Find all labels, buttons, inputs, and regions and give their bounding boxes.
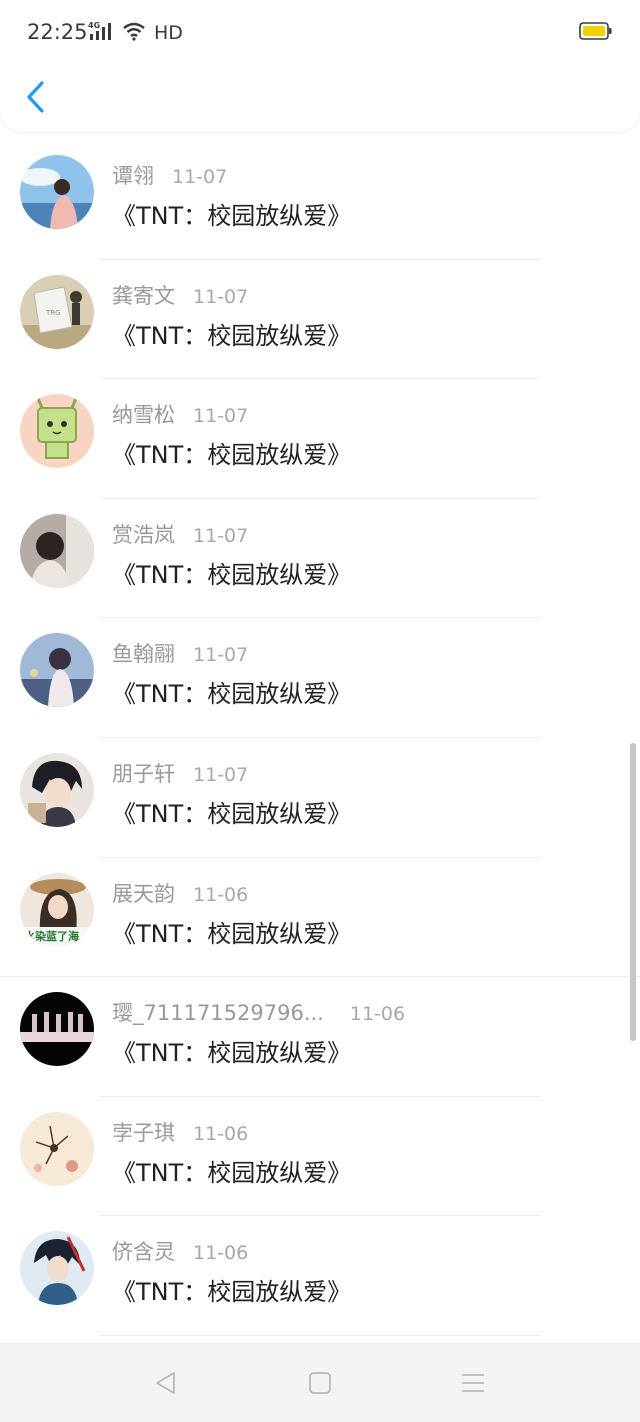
- message-date: 11-07: [193, 644, 249, 667]
- sender-name: 鱼翰翮: [112, 642, 175, 667]
- message-date: 11-06: [193, 1242, 249, 1265]
- message-text: 《TNT：校园放纵爱》: [112, 202, 352, 230]
- message-date: 11-07: [193, 405, 249, 428]
- menu-lines-icon: [462, 1374, 484, 1392]
- chevron-left-icon: [27, 81, 44, 113]
- message-date: 11-07: [193, 285, 249, 308]
- list-item[interactable]: 鱼翰翮 11-07 《TNT：校园放纵爱》: [0, 618, 640, 738]
- status-bar: 22:25 4G HD: [0, 0, 640, 64]
- status-icons: 4G HD: [88, 20, 183, 46]
- list-item[interactable]: 水染蓝了海 展天韵 11-06 《TNT：校园放纵爱》: [0, 858, 640, 978]
- list-item[interactable]: 侪含灵 11-06 《TNT：校园放纵爱》: [0, 1216, 640, 1336]
- back-button[interactable]: [22, 78, 52, 118]
- list-item[interactable]: 璎_711171529796... 11-06 《TNT：校园放纵爱》: [0, 977, 640, 1097]
- back-triangle-icon: [156, 1372, 175, 1394]
- nav-menu-button[interactable]: [459, 1369, 487, 1397]
- message-date: 11-06: [349, 1003, 406, 1026]
- message-text: 《TNT：校园放纵爱》: [112, 799, 352, 828]
- sender-name: 纳雪松: [112, 403, 175, 428]
- sender-name: 孛子琪: [112, 1120, 175, 1145]
- message-date: 11-07: [193, 763, 249, 786]
- system-nav-bar: [0, 1343, 640, 1422]
- avatar[interactable]: [20, 513, 94, 588]
- message-date: 11-07: [172, 166, 228, 188]
- status-time: 22:25: [27, 20, 88, 44]
- signal-4g-icon: 4G: [88, 20, 116, 46]
- sender-name: 璎_711171529796...: [112, 1001, 324, 1026]
- message-text: 《TNT：校园放纵爱》: [112, 1039, 352, 1068]
- home-square-icon: [309, 1372, 331, 1394]
- sender-name: 侪含灵: [112, 1240, 175, 1265]
- list-item[interactable]: 朋子轩 11-07 《TNT：校园放纵爱》: [0, 738, 640, 858]
- avatar[interactable]: [20, 633, 94, 708]
- divider: [100, 1334, 540, 1336]
- avatar[interactable]: [20, 155, 94, 229]
- sender-name: 谭翎: [112, 164, 154, 188]
- message-date: 11-07: [193, 524, 249, 547]
- scrollbar[interactable]: [630, 743, 636, 1041]
- message-text: 《TNT：校园放纵爱》: [112, 1158, 352, 1187]
- sender-name: 龚寄文: [112, 283, 175, 308]
- message-date: 11-06: [193, 883, 249, 906]
- message-text: 《TNT：校园放纵爱》: [112, 321, 352, 350]
- message-text: 《TNT：校园放纵爱》: [112, 680, 352, 709]
- avatar[interactable]: 水染蓝了海: [20, 872, 94, 947]
- avatar[interactable]: [20, 1111, 94, 1186]
- nav-back-button[interactable]: [152, 1369, 180, 1397]
- sender-name: 展天韵: [112, 881, 175, 906]
- avatar[interactable]: [20, 394, 94, 469]
- wifi-icon: [122, 21, 146, 45]
- header-bar: [0, 64, 640, 132]
- avatar[interactable]: [20, 752, 94, 827]
- hd-label: HD: [154, 22, 183, 44]
- list-item[interactable]: TRG 龚寄文 11-07 《TNT：校园放纵爱》: [0, 260, 640, 380]
- battery-icon: [579, 22, 612, 40]
- list-item[interactable]: 纳雪松 11-07 《TNT：校园放纵爱》: [0, 379, 640, 499]
- svg-text:TRG: TRG: [45, 309, 61, 317]
- message-list: 谭翎 11-07 《TNT：校园放纵爱》 TRG 龚寄文 11-07 《TNT：…: [0, 140, 640, 1336]
- message-text: 《TNT：校园放纵爱》: [112, 919, 352, 948]
- avatar-caption: 水染蓝了海: [24, 929, 79, 943]
- list-item[interactable]: 赏浩岚 11-07 《TNT：校园放纵爱》: [0, 499, 640, 619]
- list-item[interactable]: 孛子琪 11-06 《TNT：校园放纵爱》: [0, 1097, 640, 1217]
- avatar[interactable]: TRG: [20, 274, 94, 349]
- svg-text:4G: 4G: [88, 21, 100, 30]
- sender-name: 朋子轩: [112, 761, 175, 786]
- message-text: 《TNT：校园放纵爱》: [112, 441, 352, 470]
- message-text: 《TNT：校园放纵爱》: [112, 560, 352, 589]
- avatar[interactable]: [20, 992, 94, 1067]
- avatar[interactable]: [20, 1231, 94, 1306]
- nav-home-button[interactable]: [306, 1369, 334, 1397]
- sender-name: 赏浩岚: [112, 522, 175, 547]
- message-text: 《TNT：校园放纵爱》: [112, 1278, 352, 1307]
- list-item[interactable]: 谭翎 11-07 《TNT：校园放纵爱》: [0, 140, 640, 260]
- message-date: 11-06: [193, 1122, 249, 1145]
